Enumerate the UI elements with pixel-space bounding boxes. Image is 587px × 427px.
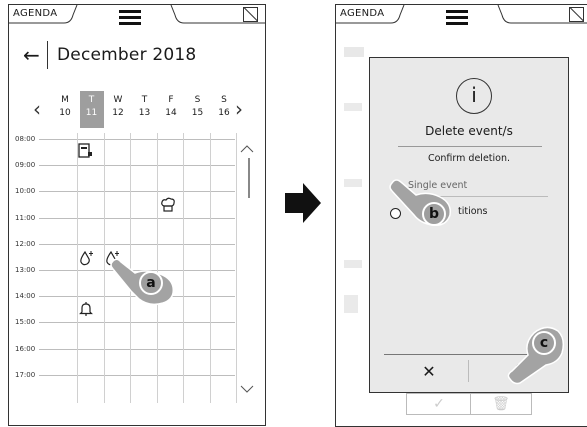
day-column-header[interactable]: W 12 (106, 91, 130, 128)
hamburger-menu-icon[interactable] (119, 10, 141, 28)
day-column-line (236, 133, 237, 403)
background-content (344, 179, 362, 187)
day-letter: W (113, 95, 123, 105)
day-column-header[interactable]: S 16 (212, 91, 236, 128)
hour-label: 09:00 (15, 161, 36, 170)
right-phone-screen: AGENDA i Delete event/s Confirm deletion… (335, 4, 587, 427)
arrow-left-icon[interactable]: ← (23, 45, 40, 65)
flow-arrow-icon (285, 183, 321, 223)
hour-gridline (39, 139, 235, 140)
hour-gridline (39, 217, 235, 219)
window-toggle-icon[interactable] (569, 7, 584, 22)
dialog-separator (398, 146, 542, 147)
day-number: 15 (191, 108, 204, 118)
hour-label: 13:00 (15, 266, 36, 274)
day-number: 12 (112, 108, 124, 118)
dialog-title: Delete event/s (425, 124, 513, 138)
hour-gridline (39, 348, 235, 350)
hour-gridline (39, 374, 235, 376)
day-number: 14 (165, 108, 177, 118)
oven-program-icon[interactable] (77, 143, 93, 162)
background-confirm-button: ✓ (406, 393, 472, 415)
day-column-header[interactable]: T 13 (133, 91, 157, 128)
status-bar: AGENDA (9, 5, 265, 25)
hour-label: 14:00 (15, 292, 36, 301)
dialog-subtitle: Confirm deletion. (427, 153, 511, 164)
callout-b: b (422, 202, 446, 226)
background-delete-button: 🗑 (470, 393, 532, 415)
scroll-up-icon[interactable] (240, 143, 254, 157)
app-title: AGENDA (340, 8, 385, 19)
day-column-header[interactable]: S 15 (186, 91, 210, 128)
day-letter: T (141, 95, 148, 105)
title-divider (47, 41, 48, 69)
background-content (344, 103, 362, 111)
hamburger-menu-icon[interactable] (446, 10, 468, 28)
cancel-button[interactable]: ✕ (414, 362, 444, 381)
day-letter: F (168, 95, 174, 105)
hour-gridline (39, 243, 235, 245)
day-letter: S (194, 95, 201, 105)
left-phone-screen: AGENDA ← December 2018 ‹ › M 10 T 11 W 12 T 13 F… (8, 4, 266, 426)
window-toggle-icon[interactable] (243, 7, 258, 22)
scroll-down-icon[interactable] (240, 383, 254, 397)
hour-label: 12:00 (15, 239, 36, 248)
day-letter: M (61, 95, 69, 105)
hour-label: 11:00 (15, 213, 36, 222)
hour-label: 08:00 (15, 135, 36, 143)
hour-label: 15:00 (15, 318, 36, 327)
chef-hat-icon[interactable] (160, 197, 176, 216)
scrollbar-thumb[interactable] (248, 158, 250, 198)
water-drop-plus-icon[interactable] (78, 249, 96, 270)
day-column-line (209, 133, 211, 403)
day-column-header[interactable]: M 10 (53, 91, 77, 128)
button-divider (468, 360, 469, 382)
day-letter: T (88, 95, 95, 105)
bell-icon[interactable] (78, 301, 94, 320)
chevron-left-icon[interactable]: ‹ (33, 97, 41, 121)
callout-c: c (532, 331, 556, 355)
status-bar: AGENDA (336, 5, 587, 25)
callout-a: a (139, 271, 163, 295)
day-letter: S (221, 95, 227, 105)
hour-gridline (39, 322, 235, 324)
day-column-header[interactable]: T 11 (79, 91, 104, 128)
hour-label: 10:00 (15, 187, 36, 196)
hour-gridline (39, 165, 235, 167)
day-number: 16 (218, 108, 230, 118)
background-content (344, 295, 358, 313)
background-content (344, 260, 362, 268)
chevron-right-icon[interactable]: › (235, 97, 243, 121)
hour-label: 17:00 (15, 370, 36, 379)
hour-label: 16:00 (15, 344, 36, 353)
info-icon: i (456, 78, 492, 114)
background-content (344, 47, 364, 57)
app-title: AGENDA (13, 8, 58, 19)
day-number: 11 (85, 108, 98, 118)
day-column-header[interactable]: F 14 (159, 91, 183, 128)
day-number: 13 (138, 108, 151, 118)
hour-gridline (39, 191, 235, 193)
day-number: 10 (59, 108, 71, 118)
month-title: December 2018 (57, 45, 197, 65)
